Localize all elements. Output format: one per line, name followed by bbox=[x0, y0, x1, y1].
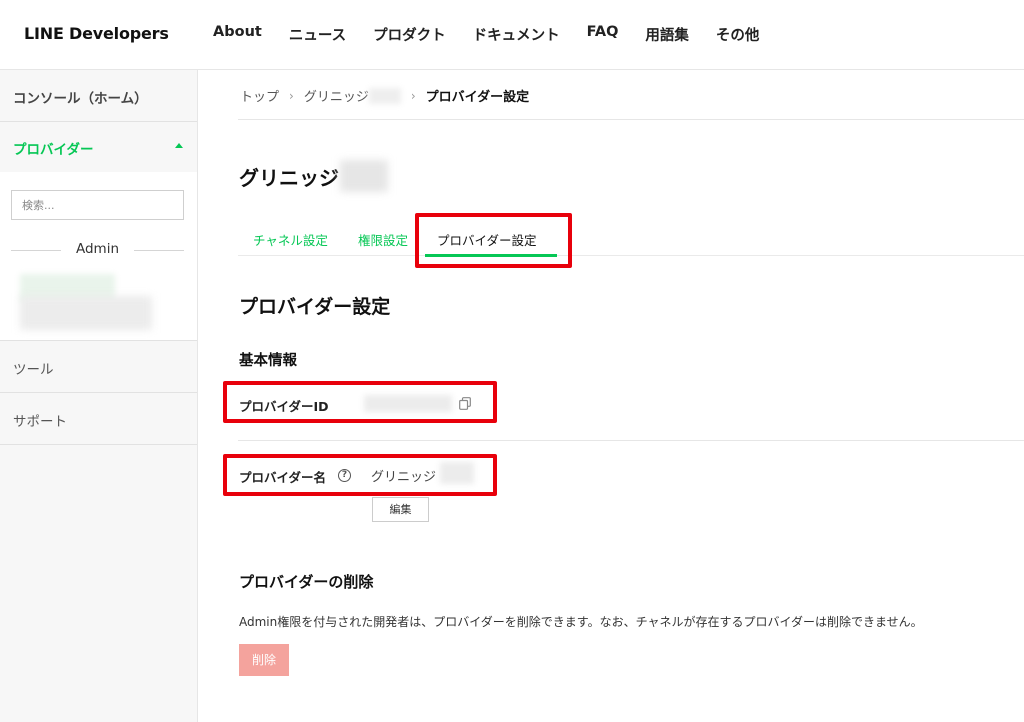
sidebar-item-label: コンソール（ホーム） bbox=[13, 91, 148, 107]
nav-glossary[interactable]: 用語集 bbox=[645, 24, 689, 45]
section-title: プロバイダー設定 bbox=[239, 296, 391, 318]
admin-label: Admin bbox=[75, 241, 120, 257]
sidebar-item-label: ツール bbox=[13, 362, 54, 378]
sidebar-item-console-home[interactable]: コンソール（ホーム） bbox=[0, 70, 197, 122]
sidebar-item-tools[interactable]: ツール bbox=[0, 341, 197, 393]
breadcrumb-top[interactable]: トップ bbox=[240, 86, 279, 105]
redacted-provider-item[interactable] bbox=[20, 296, 152, 330]
sidebar: コンソール（ホーム） プロバイダー Admin ツール サポート bbox=[0, 70, 198, 722]
provider-search-input[interactable] bbox=[11, 190, 184, 220]
divider bbox=[238, 119, 1024, 120]
admin-separator: Admin bbox=[11, 240, 184, 260]
highlight-box-tab bbox=[415, 213, 572, 268]
tab-bar: チャネル設定 権限設定 プロバイダー設定 bbox=[238, 216, 1024, 257]
caret-up-icon[interactable] bbox=[175, 143, 183, 148]
sidebar-item-support[interactable]: サポート bbox=[0, 393, 197, 445]
nav-faq[interactable]: FAQ bbox=[587, 24, 619, 45]
site-logo[interactable]: LINE Developers bbox=[24, 24, 169, 43]
delete-provider-heading: プロバイダーの削除 bbox=[239, 573, 374, 591]
chevron-right-icon: › bbox=[289, 88, 294, 103]
divider bbox=[134, 250, 184, 251]
nav-documents[interactable]: ドキュメント bbox=[473, 24, 560, 45]
divider bbox=[238, 440, 1024, 441]
breadcrumb: トップ › グリニッジ › プロバイダー設定 bbox=[240, 86, 529, 105]
nav-news[interactable]: ニュース bbox=[289, 24, 346, 45]
delete-button[interactable]: 削除 bbox=[239, 644, 289, 676]
nav-products[interactable]: プロダクト bbox=[373, 24, 446, 45]
sidebar-item-label: サポート bbox=[13, 414, 67, 430]
top-header: LINE Developers About ニュース プロダクト ドキュメント … bbox=[0, 0, 1024, 70]
redacted-text bbox=[368, 87, 401, 104]
provider-panel: Admin bbox=[0, 172, 197, 341]
breadcrumb-current: プロバイダー設定 bbox=[425, 90, 530, 105]
chevron-right-icon: › bbox=[410, 88, 416, 103]
basic-info-heading: 基本情報 bbox=[239, 353, 297, 369]
highlight-box-provider-id bbox=[223, 381, 497, 423]
sidebar-item-label: プロバイダー bbox=[13, 142, 94, 158]
breadcrumb-provider[interactable]: グリニッジ bbox=[304, 86, 369, 105]
highlight-box-provider-name bbox=[223, 454, 497, 496]
nav-about[interactable]: About bbox=[213, 24, 262, 45]
delete-description: Admin権限を付与された開発者は、プロバイダーを削除できます。なお、チャネルが… bbox=[239, 615, 923, 629]
sidebar-item-provider[interactable]: プロバイダー bbox=[0, 122, 197, 172]
main-nav: About ニュース プロダクト ドキュメント FAQ 用語集 その他 bbox=[213, 24, 786, 45]
nav-other[interactable]: その他 bbox=[716, 24, 760, 45]
edit-button[interactable]: 編集 bbox=[372, 497, 429, 522]
tab-permission-settings[interactable]: 権限設定 bbox=[358, 230, 408, 249]
page-title: グリニッジ bbox=[239, 166, 339, 190]
redacted-text bbox=[340, 160, 388, 192]
tab-channel-settings[interactable]: チャネル設定 bbox=[253, 230, 328, 249]
